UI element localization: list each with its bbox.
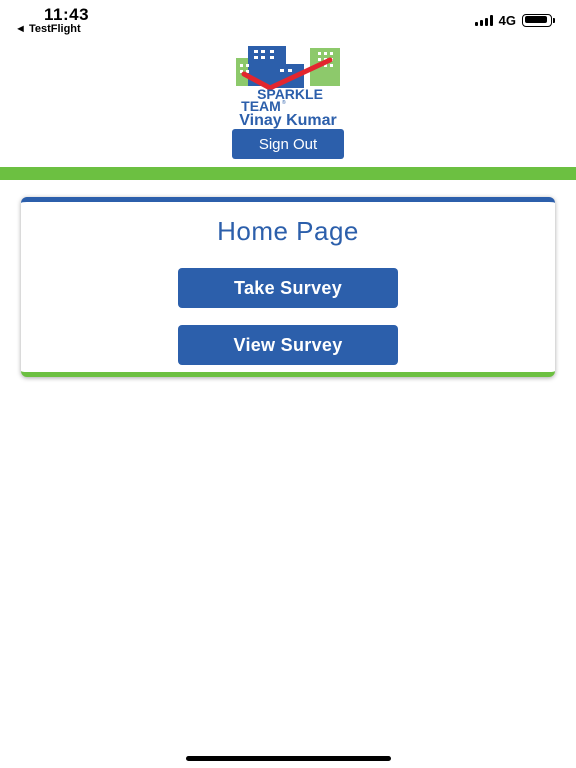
back-to-testflight-link[interactable]: ◄ TestFlight [15, 23, 81, 35]
user-name: Vinay Kumar [239, 112, 337, 129]
status-time: 11:43 [44, 5, 90, 24]
logo-text-team: TEAM [241, 98, 281, 112]
logo-trademark: ® [282, 99, 286, 106]
view-survey-button[interactable]: View Survey [178, 325, 398, 365]
status-indicators: 4G [474, 12, 555, 28]
page-title: Home Page [217, 216, 359, 246]
home-card: Home Page Take Survey View Survey [21, 197, 555, 377]
sign-out-button[interactable]: Sign Out [232, 129, 344, 159]
home-indicator[interactable] [186, 756, 391, 761]
sparkle-team-logo: SPARKLE TEAM ® [236, 46, 340, 112]
app-screen: 11:43 ◄ TestFlight 4G SPARKLE TEAM ® Vin… [0, 0, 576, 768]
network-type: 4G [498, 12, 516, 28]
take-survey-button[interactable]: Take Survey [178, 268, 398, 308]
header-divider [0, 167, 576, 180]
battery-icon [522, 13, 555, 27]
signal-bars-icon [474, 14, 493, 26]
